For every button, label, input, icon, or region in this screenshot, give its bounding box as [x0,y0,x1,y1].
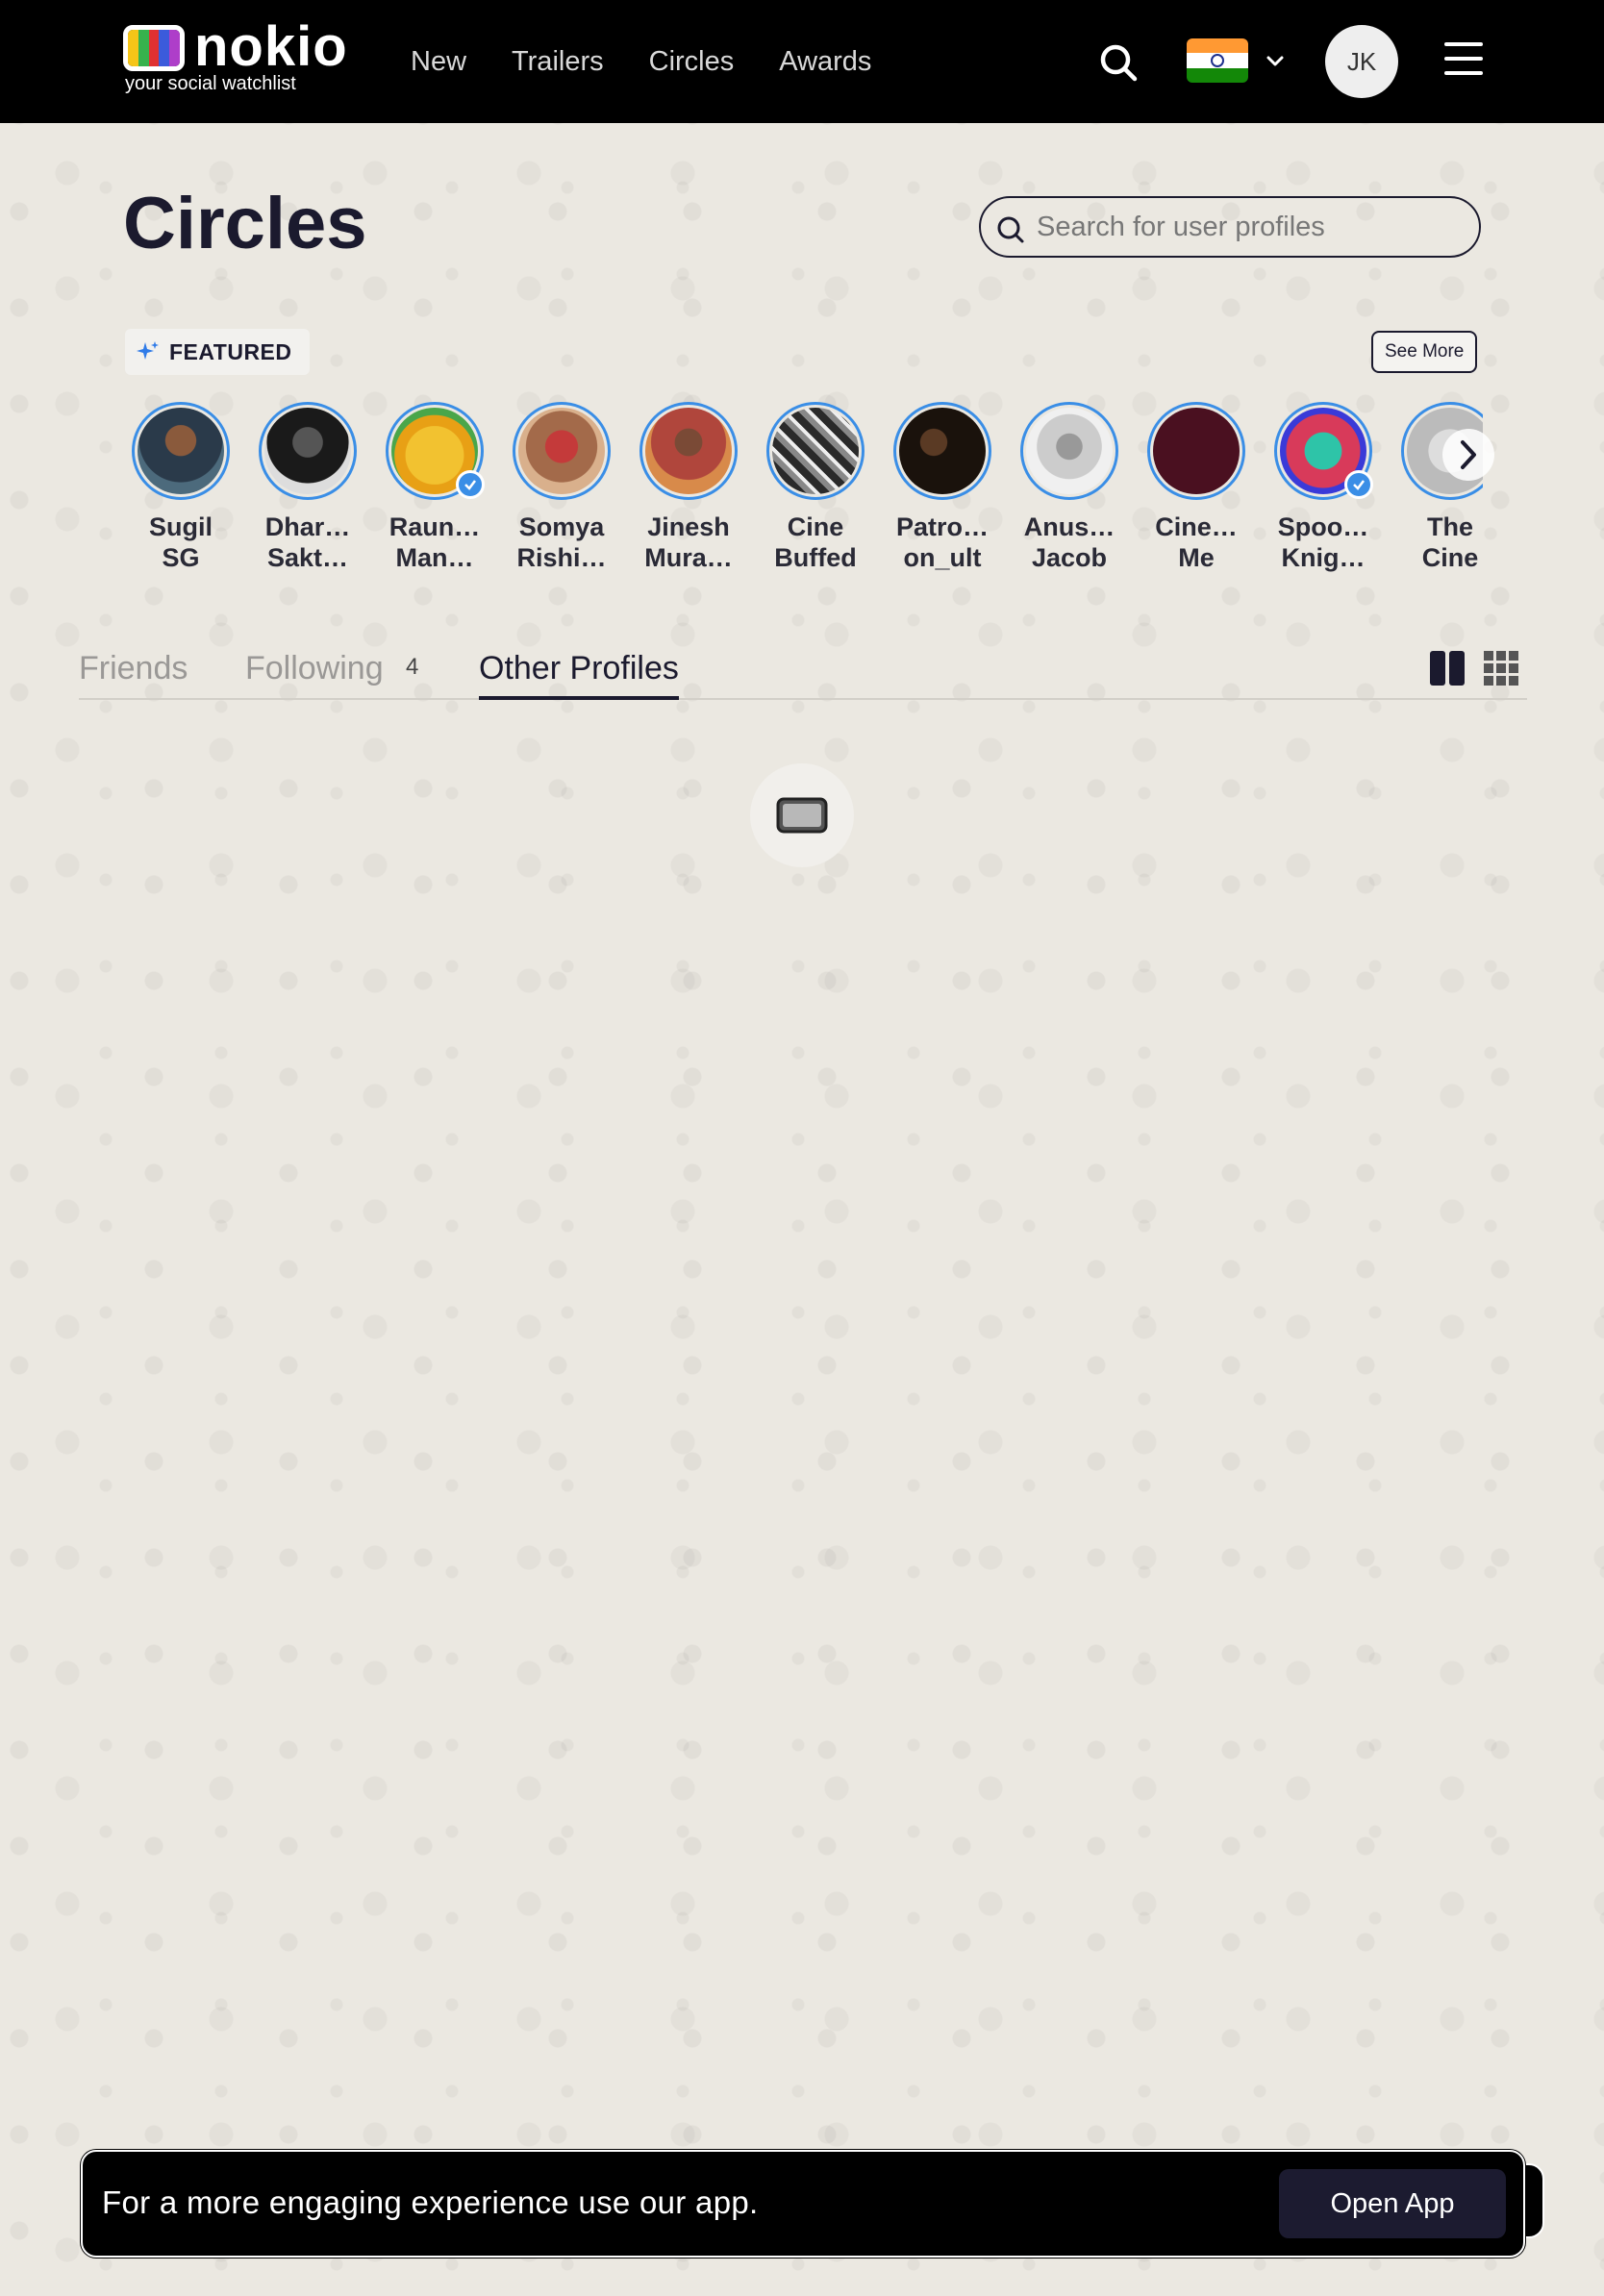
carousel-next-button[interactable] [1442,429,1494,481]
profile-name: Dhar… Sakt… [264,512,351,572]
featured-profile-raun[interactable]: Raun… Man… [381,402,489,573]
profile-avatar [1026,408,1113,494]
chevron-right-icon [1461,440,1476,469]
profile-name: Anus… Jacob [1023,512,1115,572]
profile-name: Jinesh Mura… [644,512,733,572]
grid-view-icon[interactable] [1483,650,1519,686]
search-icon [997,216,1024,243]
featured-profile-spoo[interactable]: Spoo… Knig… [1269,402,1377,573]
featured-profile-patro[interactable]: Patro… on_ult [889,402,996,573]
profile-avatar [899,408,986,494]
country-selector[interactable] [1187,38,1287,83]
profile-avatar [645,408,732,494]
profile-name: Somya Rishi… [516,512,607,572]
hamburger-menu-icon[interactable] [1444,42,1483,77]
following-count-badge: 4 [406,654,419,680]
nav-awards[interactable]: Awards [779,42,871,81]
profile-name: Sugil SG [149,512,213,572]
profile-name: Raun… Man… [388,512,481,572]
profile-name: Cine Buffed [774,512,857,572]
see-more-button[interactable]: See More [1371,331,1478,373]
verified-badge-icon [456,470,485,499]
profile-avatar [772,408,859,494]
tab-following[interactable]: Following [245,644,384,692]
verified-badge-icon [1344,470,1373,499]
open-app-banner: For a more engaging experience use our a… [81,2150,1525,2258]
two-column-view-icon[interactable] [1429,650,1466,686]
sparkle-icon [137,341,159,360]
top-navbar: nokio your social watchlist New Trailers… [0,0,1604,123]
featured-profile-anus[interactable]: Anus… Jacob [1015,402,1123,573]
profile-search[interactable] [979,196,1481,258]
featured-profile-jinesh[interactable]: Jinesh Mura… [635,402,742,573]
featured-label: FEATURED [125,329,310,375]
profile-name: Patro… on_ult [895,512,990,572]
main-nav: New Trailers Circles Awards [411,42,916,81]
featured-profile-somya[interactable]: Somya Rishi… [508,402,615,573]
nav-new[interactable]: New [411,42,466,81]
featured-profile-the-cine[interactable]: The Cine [1396,402,1483,573]
nokio-logo[interactable]: nokio your social watchlist [123,17,347,98]
profile-avatar [518,408,605,494]
nav-circles[interactable]: Circles [649,42,735,81]
profile-name: Spoo… Knig… [1277,512,1369,572]
circle-tabs: Friends Following 4 Other Profiles [79,642,1527,700]
tv-logo-icon [123,25,185,71]
tab-friends[interactable]: Friends [79,644,188,692]
featured-profile-sugil[interactable]: Sugil SG [127,402,235,573]
chevron-down-icon [1266,56,1284,66]
featured-text: FEATURED [169,338,292,364]
india-flag-icon [1187,38,1248,83]
featured-carousel: Sugil SG Dhar… Sakt… Raun… Man… Somya Ri… [127,402,1483,585]
profile-avatar [264,408,351,494]
logo-tagline: your social watchlist [125,73,296,94]
tab-other-profiles[interactable]: Other Profiles [479,644,679,700]
profile-name: Cine… Me [1155,512,1238,572]
search-input[interactable] [1037,211,1460,243]
featured-profile-cine-me[interactable]: Cine… Me [1142,402,1250,573]
open-app-button[interactable]: Open App [1279,2169,1506,2238]
page-title: Circles [123,183,367,264]
profile-avatar [1153,408,1240,494]
profile-avatar [138,408,224,494]
banner-text: For a more engaging experience use our a… [102,2184,759,2220]
profile-name: The Cine [1421,512,1479,572]
featured-profile-cine-buffed[interactable]: Cine Buffed [762,402,869,573]
loading-indicator [750,763,854,867]
featured-profile-dhar[interactable]: Dhar… Sakt… [254,402,362,573]
user-avatar[interactable]: JK [1325,25,1398,98]
search-icon[interactable] [1098,42,1139,83]
tv-loading-icon [776,797,828,834]
logo-wordmark: nokio [194,15,348,78]
nav-trailers[interactable]: Trailers [512,42,604,81]
